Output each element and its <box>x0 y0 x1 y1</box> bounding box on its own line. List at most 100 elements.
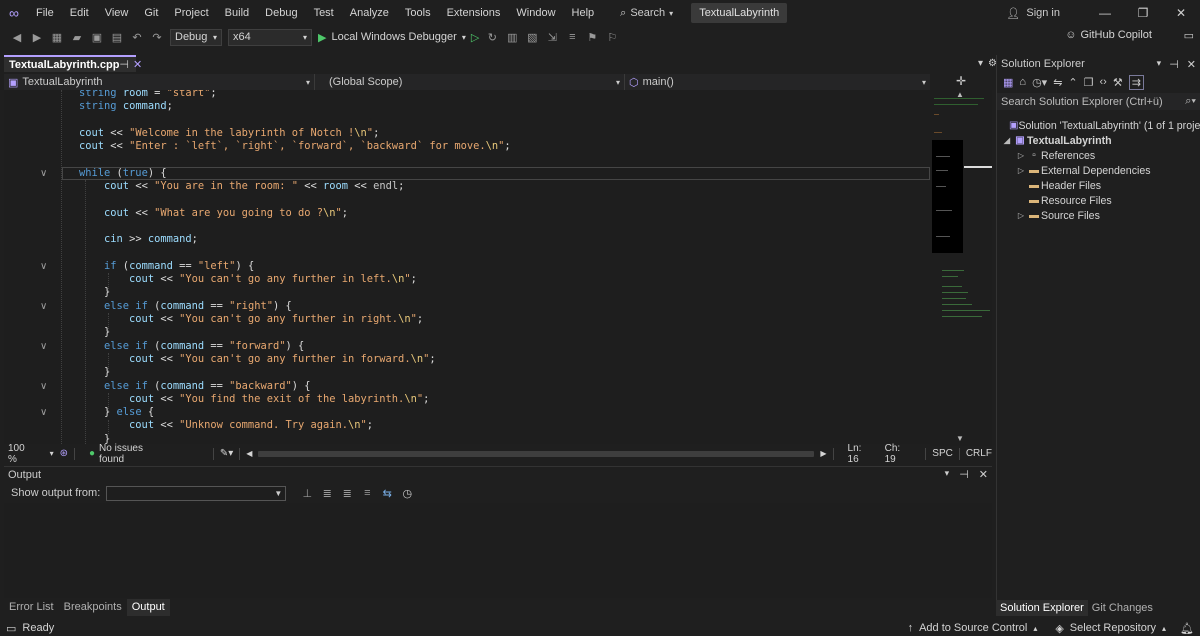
tree-item-resource-files[interactable]: ▬ Resource Files <box>997 193 1200 208</box>
output-text-area[interactable] <box>4 503 992 598</box>
menu-file[interactable]: File <box>28 0 62 26</box>
save-icon[interactable]: ▣ <box>90 31 104 44</box>
menu-tools[interactable]: Tools <box>397 0 439 26</box>
next-message-icon[interactable]: ≣ <box>340 487 354 500</box>
close-icon[interactable]: ✕ <box>133 58 142 71</box>
menu-build[interactable]: Build <box>217 0 257 26</box>
search-button[interactable]: ⌕ Search ▾ <box>612 7 681 20</box>
code-editor[interactable]: ∨ ∨ ∨ ∨ ∨ ∨ string room = "start"; string… <box>4 90 930 444</box>
member-dropdown[interactable]: ⬡ main() ▾ <box>625 74 930 90</box>
document-tab[interactable]: TextualLabyrinth.cpp ⊣ ✕ <box>4 55 142 72</box>
find-message-icon[interactable]: ⊥ <box>300 487 314 500</box>
previous-message-icon[interactable]: ≣ <box>320 487 334 500</box>
zoom-select[interactable]: 100 % <box>4 443 36 465</box>
collapse-icon[interactable]: ∨ <box>40 261 47 272</box>
comment-icon[interactable]: ≡ <box>565 31 579 43</box>
redo-icon[interactable]: ↷ <box>150 31 164 44</box>
forward-icon[interactable]: ▶ <box>30 31 44 44</box>
collapse-icon[interactable]: ∨ <box>40 301 47 312</box>
restore-button[interactable]: ❐ <box>1124 6 1162 20</box>
bookmark-icon[interactable]: ⚑ <box>585 31 599 44</box>
tab-output[interactable]: Output <box>126 599 170 616</box>
platform-select[interactable]: x64 ▾ <box>228 28 312 46</box>
pin-icon[interactable]: ⊣ <box>1169 58 1179 71</box>
menu-project[interactable]: Project <box>166 0 216 26</box>
expand-icon[interactable]: ▷ <box>1015 166 1027 175</box>
menu-help[interactable]: Help <box>564 0 603 26</box>
collapse-icon[interactable]: ∨ <box>40 168 47 179</box>
output-source-select[interactable]: ▼ <box>106 485 287 501</box>
chevron-down-icon[interactable]: ▾ <box>1157 58 1162 71</box>
vertical-scrollbar-map[interactable]: ▲ ▼ <box>930 90 992 446</box>
select-repository-button[interactable]: ◈ Select Repository ▴ <box>1055 622 1166 635</box>
whitespace-indicator[interactable]: SPC <box>932 448 953 459</box>
word-wrap-icon[interactable]: ⇆ <box>380 487 394 500</box>
copilot-status-icon[interactable]: ⊛ <box>60 448 68 459</box>
show-files-icon[interactable]: ❐ <box>1084 76 1094 89</box>
browse-icon[interactable]: ▥ <box>505 31 519 44</box>
notifications-icon[interactable]: 🔔︎ <box>1180 622 1194 635</box>
code-cleanup-icon[interactable]: ✎▾ <box>220 448 233 459</box>
line-ending-indicator[interactable]: CRLF <box>966 448 992 459</box>
tab-git-changes[interactable]: Git Changes <box>1088 600 1157 616</box>
menu-analyze[interactable]: Analyze <box>342 0 397 26</box>
column-indicator[interactable]: Ch: 19 <box>885 443 914 465</box>
scroll-right-icon[interactable]: ▶ <box>820 449 826 458</box>
close-icon[interactable]: ✕ <box>979 468 988 481</box>
menu-window[interactable]: Window <box>508 0 563 26</box>
github-copilot-button[interactable]: ☺ GitHub Copilot <box>1065 29 1152 41</box>
switch-views-icon[interactable]: ▦ <box>1003 76 1013 89</box>
menu-git[interactable]: Git <box>136 0 166 26</box>
expand-icon[interactable]: ▷ <box>1015 211 1027 220</box>
code-icon[interactable]: ‹› <box>1100 76 1107 88</box>
menu-extensions[interactable]: Extensions <box>439 0 509 26</box>
new-project-icon[interactable]: ▦ <box>50 31 64 44</box>
tab-error-list[interactable]: Error List <box>4 599 59 616</box>
tab-breakpoints[interactable]: Breakpoints <box>59 599 127 616</box>
menu-edit[interactable]: Edit <box>62 0 97 26</box>
home-icon[interactable]: ⌂ <box>1019 76 1026 88</box>
tree-item-external-dependencies[interactable]: ▷ ▬ External Dependencies <box>997 163 1200 178</box>
split-window-icon[interactable]: ✛ <box>956 74 966 88</box>
clear-all-icon[interactable]: ≡ <box>360 487 374 499</box>
line-indicator[interactable]: Ln: 16 <box>848 443 875 465</box>
pin-icon[interactable]: ⊣ <box>959 468 969 481</box>
hot-reload-icon[interactable]: ↻ <box>485 31 499 44</box>
chevron-down-icon[interactable]: ▾ <box>945 468 950 481</box>
tree-item-solution[interactable]: ▣ Solution 'TextualLabyrinth' (1 of 1 pr… <box>997 118 1200 133</box>
solution-search-input[interactable]: Search Solution Explorer (Ctrl+ü) ⌕▾ <box>997 93 1200 110</box>
tree-item-references[interactable]: ▷ ▫ References <box>997 148 1200 163</box>
horizontal-scrollbar[interactable] <box>258 450 815 457</box>
issues-status[interactable]: No issues found <box>99 443 169 465</box>
pin-icon[interactable]: ⊣ <box>119 58 129 71</box>
start-debugging-button[interactable]: ▶ Local Windows Debugger ▾ ▷ <box>318 31 479 44</box>
bookmark-prev-icon[interactable]: ⚐ <box>605 31 619 44</box>
sync-icon[interactable]: ⇋ <box>1053 76 1062 89</box>
menu-debug[interactable]: Debug <box>257 0 305 26</box>
tree-item-source-files[interactable]: ▷ ▬ Source Files <box>997 208 1200 223</box>
sign-in-button[interactable]: 👤︎ Sign in <box>1006 7 1060 20</box>
configuration-select[interactable]: Debug ▾ <box>170 28 222 46</box>
save-all-icon[interactable]: ▤ <box>110 31 124 44</box>
step-into-icon[interactable]: ⇲ <box>545 31 559 44</box>
minimize-button[interactable]: — <box>1086 6 1124 20</box>
code-text[interactable]: string room = "start"; string command; co… <box>79 90 511 444</box>
tree-item-project[interactable]: ◢ ▣ TextualLabyrinth <box>997 133 1200 148</box>
undo-icon[interactable]: ↶ <box>130 31 144 44</box>
tab-solution-explorer[interactable]: Solution Explorer <box>996 600 1088 616</box>
open-folder-icon[interactable]: ▰ <box>70 31 84 44</box>
scroll-down-icon[interactable]: ▼ <box>956 434 964 443</box>
collapse-icon[interactable]: ∨ <box>40 407 47 418</box>
collapse-all-icon[interactable]: ⌃ <box>1068 76 1077 89</box>
add-source-control-button[interactable]: ↑ Add to Source Control ▴ <box>908 622 1038 634</box>
tab-list-chevron-icon[interactable]: ▾ <box>978 58 983 69</box>
collapse-icon[interactable]: ∨ <box>40 381 47 392</box>
preview-icon[interactable]: ⇉ <box>1128 74 1144 90</box>
close-button[interactable]: ✕ <box>1162 6 1200 20</box>
scroll-left-icon[interactable]: ◀ <box>246 449 252 458</box>
clock-icon[interactable]: ◷ <box>400 487 414 500</box>
menu-test[interactable]: Test <box>306 0 342 26</box>
menu-view[interactable]: View <box>97 0 137 26</box>
expanded-icon[interactable]: ◢ <box>1001 136 1013 145</box>
close-icon[interactable]: ✕ <box>1187 58 1196 71</box>
